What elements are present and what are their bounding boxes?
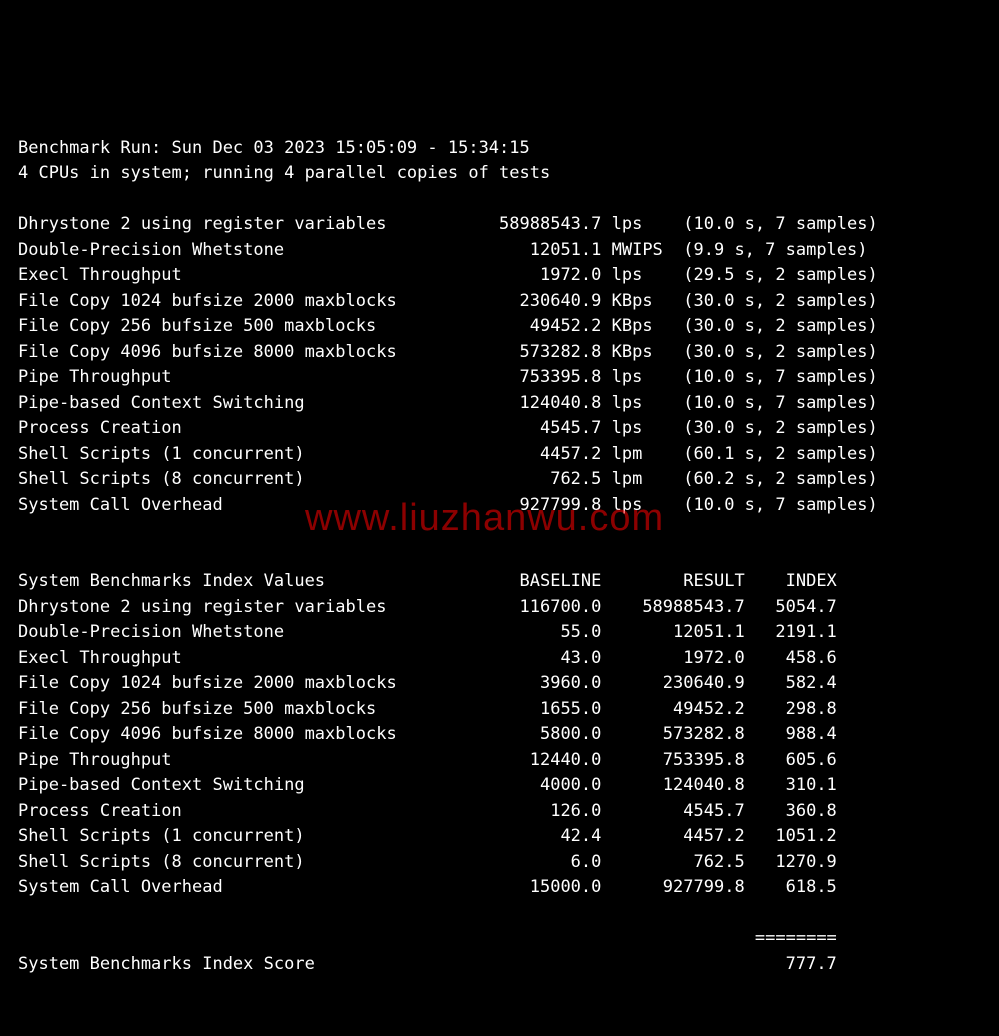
index-results-block: System Benchmarks Index Values BASELINE … xyxy=(18,571,837,897)
raw-results-block: Dhrystone 2 using register variables 589… xyxy=(18,214,878,515)
final-score-line: System Benchmarks Index Score 777.7 xyxy=(18,954,837,974)
cpu-info-line: 4 CPUs in system; running 4 parallel cop… xyxy=(18,163,550,183)
index-separator: ======== xyxy=(18,928,837,948)
terminal-output: Benchmark Run: Sun Dec 03 2023 15:05:09 … xyxy=(0,128,999,1036)
benchmark-run-line: Benchmark Run: Sun Dec 03 2023 15:05:09 … xyxy=(18,138,530,158)
